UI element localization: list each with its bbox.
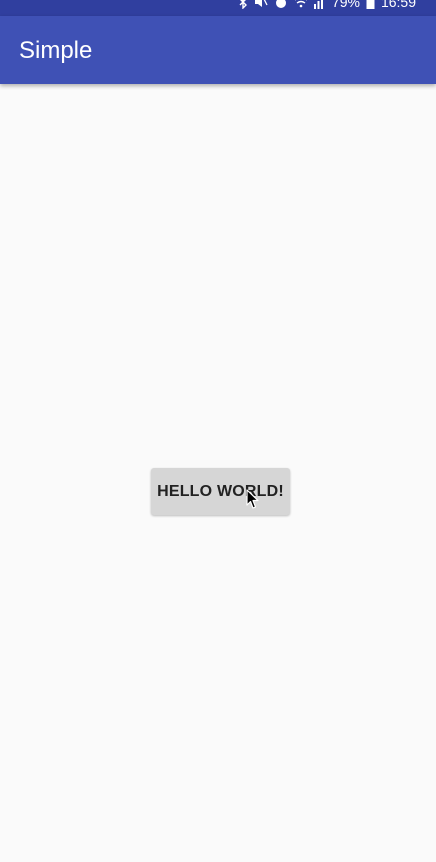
main-content: HELLO WORLD! <box>0 84 436 862</box>
hello-world-button[interactable]: HELLO WORLD! <box>151 468 290 515</box>
app-screen: 79% 16:59 Simple HELLO WORLD! <box>0 0 436 862</box>
battery-percent: 79% <box>331 0 360 10</box>
battery-icon <box>366 0 375 9</box>
status-bar: 79% 16:59 <box>0 0 436 16</box>
mute-icon <box>254 0 268 9</box>
app-title: Simple <box>19 37 93 64</box>
alarm-icon <box>274 0 288 9</box>
wifi-icon <box>294 0 308 9</box>
app-bar: Simple <box>0 16 436 84</box>
status-icons: 79% 16:59 <box>238 0 416 10</box>
signal-icon <box>313 0 326 9</box>
bluetooth-icon <box>238 0 248 9</box>
clock: 16:59 <box>380 0 416 10</box>
